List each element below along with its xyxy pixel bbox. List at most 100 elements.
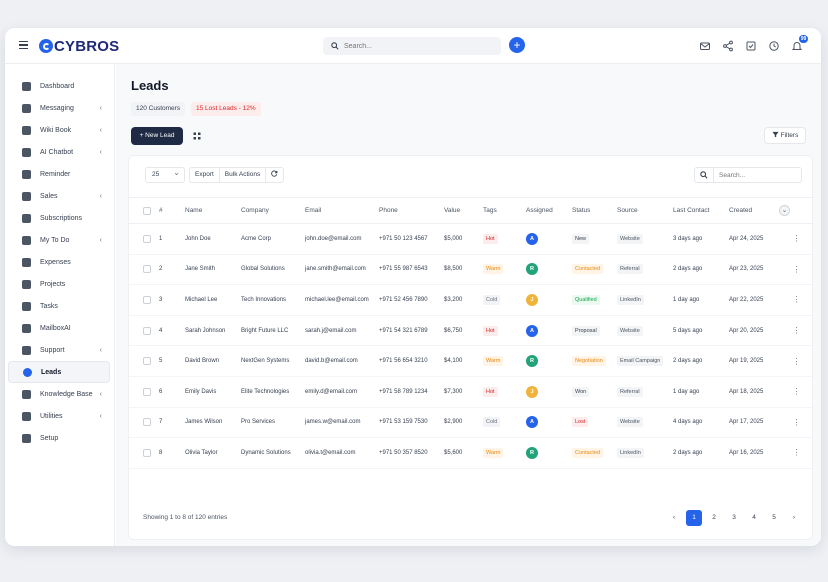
add-button[interactable]: + [509, 37, 525, 53]
global-search[interactable] [323, 37, 501, 55]
table-row[interactable]: 3 Michael Lee Tech Innovations michael.lee@… [129, 284, 814, 316]
lead-name[interactable]: David Brown [185, 358, 219, 364]
chevron-icon[interactable]: ‹ [100, 237, 102, 244]
table-row[interactable]: 8 Olivia Taylor Dynamic Solutions olivia.t@… [129, 437, 814, 469]
refresh-button[interactable] [266, 168, 283, 182]
column-header[interactable]: Tags [483, 197, 526, 224]
export-button[interactable]: Export [190, 168, 220, 182]
lead-name[interactable]: Olivia Taylor [185, 450, 218, 456]
lead-name[interactable]: John Doe [185, 236, 211, 242]
column-header[interactable]: Phone [379, 197, 444, 224]
column-header[interactable]: Value [444, 197, 483, 224]
clock-icon[interactable] [768, 40, 780, 52]
lead-name[interactable]: Sarah Johnson [185, 328, 225, 334]
sidebar-item-subscriptions[interactable]: Subscriptions [8, 207, 110, 229]
sidebar-item-utilities[interactable]: Utilities ‹ [8, 405, 110, 427]
sidebar-item-tasks[interactable]: Tasks [8, 295, 110, 317]
checkbox-icon[interactable] [745, 40, 757, 52]
brand-logo[interactable]: CYBROS [39, 38, 119, 55]
page-button[interactable]: 2 [706, 510, 722, 526]
lead-email[interactable]: emily.d@email.com [305, 389, 357, 395]
table-search-input[interactable] [714, 167, 802, 183]
avatar[interactable]: R [526, 355, 538, 368]
sidebar-item-knowledge-base[interactable]: Knowledge Base ‹ [8, 383, 110, 405]
column-header[interactable]: Last Contact [673, 197, 729, 224]
row-checkbox[interactable] [143, 448, 151, 457]
lead-name[interactable]: James Wilson [185, 419, 222, 425]
row-checkbox[interactable] [143, 265, 151, 274]
row-menu-icon[interactable]: ⋮ [779, 357, 814, 366]
chevron-icon[interactable]: ‹ [100, 193, 102, 200]
lead-name[interactable]: Jane Smith [185, 266, 215, 272]
row-checkbox[interactable] [143, 387, 151, 396]
column-toggle-icon[interactable]: ⌄ [779, 205, 790, 216]
prev-page-icon[interactable]: ‹ [666, 510, 682, 526]
chevron-icon[interactable]: ‹ [100, 149, 102, 156]
page-button[interactable]: 1 [686, 510, 702, 526]
lead-email[interactable]: james.w@email.com [305, 419, 360, 425]
column-header[interactable]: Status [572, 197, 617, 224]
avatar[interactable]: A [526, 232, 538, 245]
sidebar-item-dashboard[interactable]: Dashboard [8, 75, 110, 97]
sidebar-item-mailboxai[interactable]: MailboxAI [8, 317, 110, 339]
row-checkbox[interactable] [143, 418, 151, 427]
lead-email[interactable]: jane.smith@email.com [305, 266, 366, 272]
row-checkbox[interactable] [143, 326, 151, 335]
column-header[interactable]: # [159, 197, 185, 224]
table-row[interactable]: 5 David Brown NextGen Systems david.b@email… [129, 345, 814, 377]
row-checkbox[interactable] [143, 357, 151, 366]
avatar[interactable]: A [526, 324, 538, 337]
sidebar-item-messaging[interactable]: Messaging ‹ [8, 97, 110, 119]
new-lead-button[interactable]: + New Lead [131, 127, 183, 145]
sidebar-item-ai-chatbot[interactable]: AI Chatbot ‹ [8, 141, 110, 163]
chevron-icon[interactable]: ‹ [100, 347, 102, 354]
page-button[interactable]: 4 [746, 510, 762, 526]
sidebar-item-leads[interactable]: Leads [8, 361, 110, 383]
lead-email[interactable]: sarah.j@email.com [305, 328, 356, 334]
row-menu-icon[interactable]: ⋮ [779, 418, 814, 427]
avatar[interactable]: R [526, 446, 538, 459]
row-menu-icon[interactable]: ⋮ [779, 234, 814, 243]
lead-email[interactable]: david.b@email.com [305, 358, 358, 364]
next-page-icon[interactable]: › [786, 510, 802, 526]
table-row[interactable]: 1 John Doe Acme Corp john.doe@email.com +971… [129, 223, 814, 255]
sidebar-item-projects[interactable]: Projects [8, 273, 110, 295]
table-row[interactable]: 7 James Wilson Pro Services james.w@email.c… [129, 407, 814, 439]
avatar[interactable]: R [526, 263, 538, 276]
row-menu-icon[interactable]: ⋮ [779, 387, 814, 396]
avatar[interactable]: J [526, 293, 538, 306]
sidebar-item-reminder[interactable]: Reminder [8, 163, 110, 185]
sidebar-item-expenses[interactable]: Expenses [8, 251, 110, 273]
column-header[interactable]: Source [617, 197, 673, 224]
chevron-icon[interactable]: ‹ [100, 127, 102, 134]
sidebar-item-support[interactable]: Support ‹ [8, 339, 110, 361]
column-header[interactable]: Company [241, 197, 305, 224]
page-size-select[interactable]: 25 [145, 166, 185, 183]
avatar[interactable]: A [526, 416, 538, 429]
mail-icon[interactable] [699, 40, 711, 52]
row-menu-icon[interactable]: ⋮ [779, 265, 814, 274]
column-header[interactable]: Created [729, 197, 779, 224]
table-row[interactable]: 4 Sarah Johnson Bright Future LLC sarah.j@e… [129, 315, 814, 347]
sidebar-item-my-to-do[interactable]: My To Do ‹ [8, 229, 110, 251]
lead-email[interactable]: michael.lee@email.com [305, 297, 369, 303]
bell-icon[interactable]: 99 [791, 35, 808, 52]
lead-name[interactable]: Emily Davis [185, 389, 216, 395]
sidebar-item-wiki-book[interactable]: Wiki Book ‹ [8, 119, 110, 141]
column-header[interactable]: Assigned [526, 197, 572, 224]
share-icon[interactable] [722, 40, 734, 52]
table-search-button[interactable] [694, 167, 714, 183]
row-menu-icon[interactable]: ⋮ [779, 295, 814, 304]
table-row[interactable]: 6 Emily Davis Elite Technologies emily.d@em… [129, 376, 814, 408]
filters-button[interactable]: Filters [764, 127, 806, 144]
lead-name[interactable]: Michael Lee [185, 297, 217, 303]
table-row[interactable]: 2 Jane Smith Global Solutions jane.smith@em… [129, 254, 814, 286]
row-menu-icon[interactable]: ⋮ [779, 448, 814, 457]
bulk-actions-button[interactable]: Bulk Actions [220, 168, 267, 182]
column-header[interactable]: Email [305, 197, 379, 224]
avatar[interactable]: J [526, 385, 538, 398]
menu-icon[interactable] [19, 41, 28, 50]
row-checkbox[interactable] [143, 295, 151, 304]
row-menu-icon[interactable]: ⋮ [779, 326, 814, 335]
global-search-input[interactable] [344, 42, 484, 50]
